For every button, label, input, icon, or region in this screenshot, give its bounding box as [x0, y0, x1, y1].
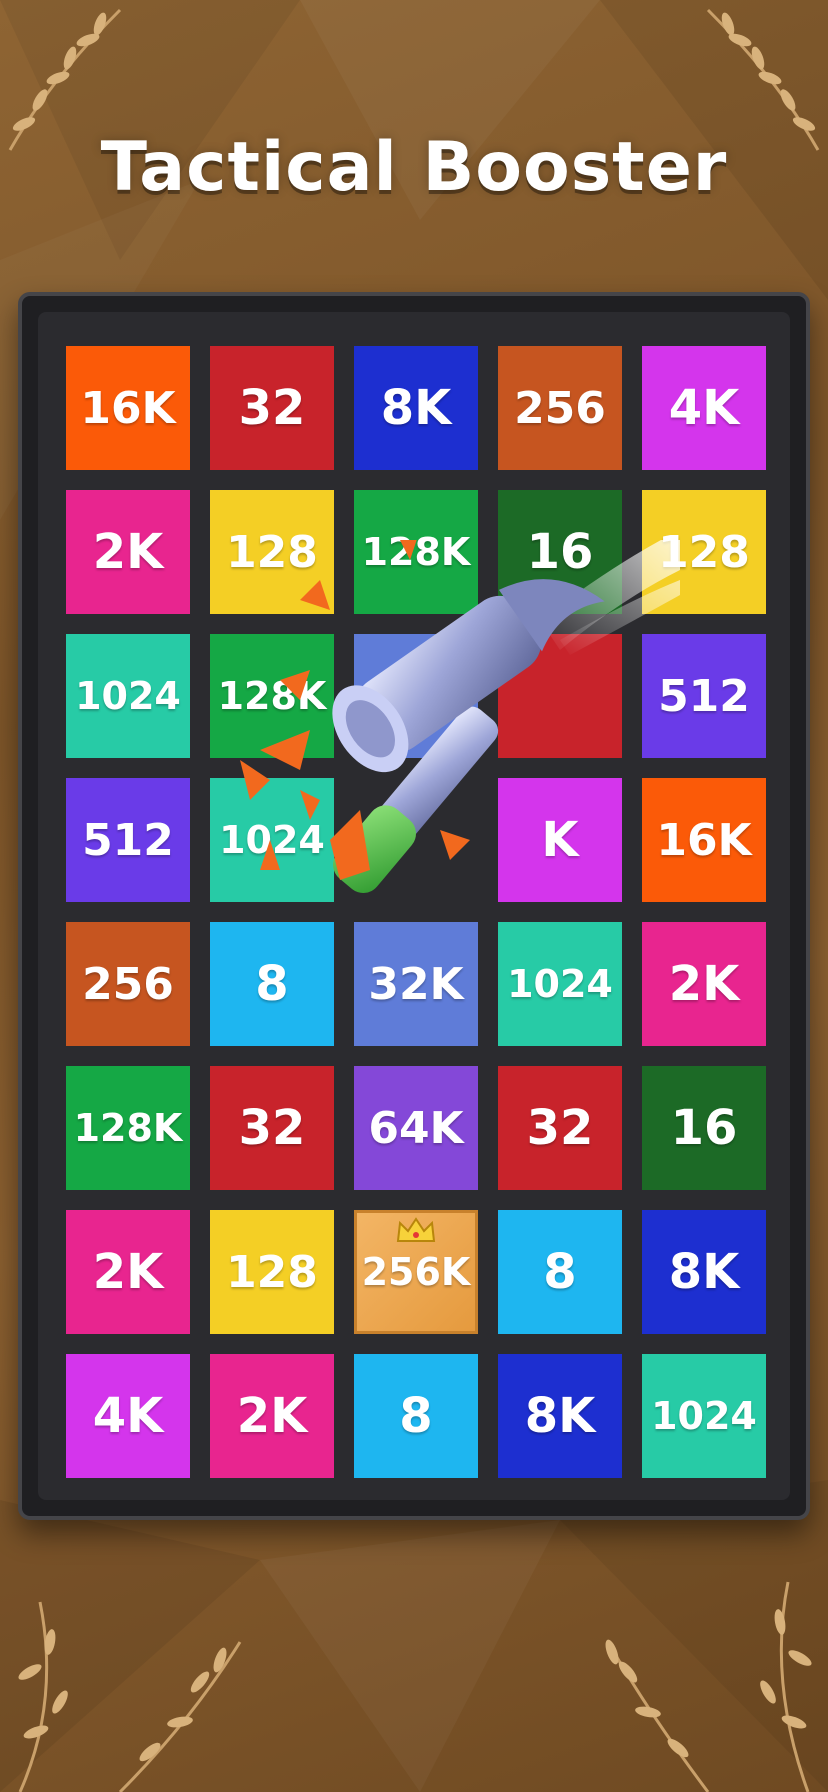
tile[interactable]: 1024 — [642, 1354, 766, 1478]
tile[interactable]: 1024 — [66, 634, 190, 758]
tile[interactable]: 32 — [498, 1066, 622, 1190]
tile[interactable]: 256K — [354, 1210, 478, 1334]
tile[interactable]: 8K — [498, 1354, 622, 1478]
tile[interactable]: 16 — [642, 1066, 766, 1190]
page-title: Tactical Booster — [100, 128, 728, 207]
tile[interactable]: 32 — [210, 346, 334, 470]
tile[interactable]: 8 — [498, 1210, 622, 1334]
tile[interactable]: 8K — [642, 1210, 766, 1334]
tile[interactable]: 2K — [66, 1210, 190, 1334]
tile[interactable]: 8K — [354, 346, 478, 470]
laurel-sprig-bottom-left-icon — [18, 1601, 242, 1792]
tile[interactable]: 256 — [66, 922, 190, 1046]
tile[interactable]: 4K — [66, 1354, 190, 1478]
tile[interactable]: 16K — [66, 346, 190, 470]
crown-icon — [396, 1217, 436, 1242]
tile[interactable]: 2K — [66, 490, 190, 614]
tile[interactable]: 32 — [210, 1066, 334, 1190]
tile[interactable]: 256 — [498, 346, 622, 470]
tile[interactable]: 512 — [66, 778, 190, 902]
tile[interactable]: 2K — [210, 1354, 334, 1478]
tile[interactable]: 4K — [642, 346, 766, 470]
tile[interactable]: 128K — [66, 1066, 190, 1190]
tile[interactable]: 128 — [210, 1210, 334, 1334]
laurel-sprig-bottom-right-icon — [605, 1581, 812, 1792]
hammer-icon[interactable] — [240, 540, 680, 960]
tile[interactable]: 8 — [354, 1354, 478, 1478]
tile[interactable]: 64K — [354, 1066, 478, 1190]
